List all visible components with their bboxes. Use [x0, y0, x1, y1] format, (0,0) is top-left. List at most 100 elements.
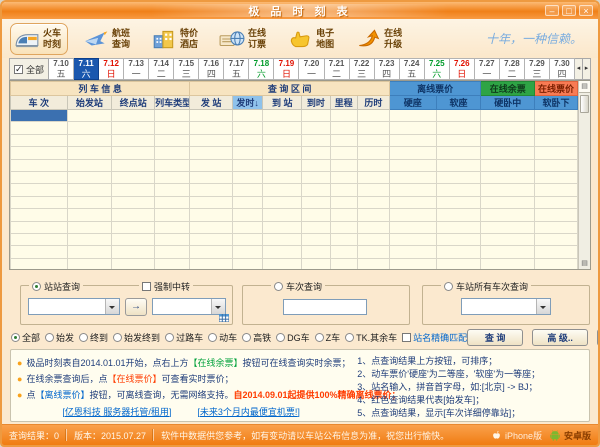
date-cell[interactable]: 7.20 一	[299, 58, 325, 80]
chevron-down-icon[interactable]	[105, 299, 119, 314]
table-cell[interactable]	[480, 220, 536, 234]
hosting-link[interactable]: [亿恩科技 服务器托管/租用]	[62, 405, 171, 418]
table-cell[interactable]	[435, 232, 482, 247]
table-cell[interactable]	[189, 133, 234, 148]
table-cell[interactable]	[301, 232, 331, 247]
table-cell[interactable]	[66, 170, 113, 185]
table-row[interactable]	[10, 170, 578, 185]
table-cell[interactable]	[388, 146, 437, 160]
table-cell[interactable]	[66, 195, 113, 210]
table-cell[interactable]	[111, 232, 156, 247]
table-cell[interactable]	[435, 146, 482, 160]
filter-radio[interactable]: 始发	[45, 331, 74, 344]
column-group-header[interactable]: 离线票价	[388, 81, 482, 96]
column-header[interactable]: 发时↓	[232, 95, 264, 110]
table-cell[interactable]	[154, 208, 191, 222]
table-cell[interactable]	[232, 195, 264, 210]
tab-online-booking[interactable]: 在线 订票	[216, 23, 272, 55]
table-row[interactable]	[10, 232, 578, 247]
table-row[interactable]	[10, 133, 578, 148]
table-cell[interactable]	[356, 220, 390, 234]
table-cell[interactable]	[111, 245, 156, 259]
table-cell[interactable]	[356, 146, 390, 160]
table-cell[interactable]	[329, 183, 358, 197]
date-cell[interactable]: 7.27 一	[474, 58, 500, 80]
date-cell[interactable]: 7.26 日	[449, 58, 475, 80]
filter-radio[interactable]: TK.其余车	[345, 331, 397, 344]
table-cell[interactable]	[262, 121, 303, 135]
date-cell[interactable]: 7.11 六	[74, 58, 100, 80]
table-cell[interactable]	[388, 208, 437, 222]
column-header[interactable]: 始发站	[66, 95, 113, 110]
table-cell[interactable]	[66, 108, 113, 123]
table-cell[interactable]	[435, 195, 482, 210]
table-cell[interactable]	[480, 183, 536, 197]
table-row[interactable]	[10, 245, 578, 259]
tab-hotel-deals[interactable]: 特价 酒店	[148, 23, 204, 55]
date-cell[interactable]: 7.16 四	[199, 58, 225, 80]
table-cell[interactable]	[154, 158, 191, 172]
tab-train-times[interactable]: 火车 时刻	[10, 22, 69, 55]
table-cell[interactable]	[232, 208, 264, 222]
table-cell[interactable]	[66, 220, 113, 234]
table-cell[interactable]	[111, 133, 156, 148]
to-station-combo[interactable]	[152, 298, 226, 315]
column-header[interactable]: 里程	[329, 95, 358, 110]
table-cell[interactable]	[189, 208, 234, 222]
table-cell[interactable]	[10, 158, 68, 172]
table-cell[interactable]	[154, 232, 191, 247]
table-cell[interactable]	[480, 170, 536, 185]
table-cell[interactable]	[66, 146, 113, 160]
chevron-down-icon[interactable]	[211, 299, 225, 314]
table-cell[interactable]	[435, 220, 482, 234]
column-header[interactable]: 到 站	[262, 95, 303, 110]
date-cell[interactable]: 7.12 日	[99, 58, 125, 80]
tab-online-upgrade[interactable]: 在线 升级	[352, 23, 408, 55]
filter-radio[interactable]: DG车	[276, 331, 310, 344]
table-cell[interactable]	[435, 108, 482, 123]
table-cell[interactable]	[232, 121, 264, 135]
table-cell[interactable]	[480, 133, 536, 148]
table-cell[interactable]	[356, 133, 390, 148]
filter-radio[interactable]: 高铁	[242, 331, 271, 344]
maximize-button[interactable]: □	[562, 5, 576, 16]
table-cell[interactable]	[111, 257, 156, 269]
table-cell[interactable]	[301, 121, 331, 135]
tab-electronic-map[interactable]: 电子 地图	[284, 23, 340, 55]
table-cell[interactable]	[356, 158, 390, 172]
table-cell[interactable]	[10, 245, 68, 259]
table-cell[interactable]	[10, 195, 68, 210]
table-cell[interactable]	[154, 121, 191, 135]
advanced-button[interactable]: 高 级..	[532, 328, 589, 346]
from-station-input[interactable]	[29, 299, 105, 314]
table-cell[interactable]	[301, 170, 331, 185]
table-cell[interactable]	[356, 183, 390, 197]
column-header[interactable]: 软卧下	[534, 95, 578, 110]
table-cell[interactable]	[329, 108, 358, 123]
table-cell[interactable]	[534, 158, 578, 172]
date-cell[interactable]: 7.25 六	[424, 58, 450, 80]
table-cell[interactable]	[329, 257, 358, 269]
table-cell[interactable]	[301, 257, 331, 269]
column-header[interactable]: 到时	[301, 95, 331, 110]
table-cell[interactable]	[189, 170, 234, 185]
table-cell[interactable]	[435, 208, 482, 222]
vertical-scrollbar[interactable]: ▤ ▤	[578, 81, 590, 269]
station-all-trains-combo[interactable]	[461, 298, 551, 315]
iphone-version-link[interactable]: iPhone版	[505, 429, 542, 442]
table-cell[interactable]	[329, 232, 358, 247]
table-cell[interactable]	[111, 108, 156, 123]
table-cell[interactable]	[10, 257, 68, 269]
date-cell[interactable]: 7.13 一	[124, 58, 150, 80]
date-cell[interactable]: 7.15 三	[174, 58, 200, 80]
table-cell[interactable]	[435, 170, 482, 185]
column-group-header[interactable]: 列 车 信 息	[10, 81, 191, 96]
filter-radio[interactable]: 始发终到	[113, 331, 160, 344]
table-cell[interactable]	[232, 170, 264, 185]
table-cell[interactable]	[154, 146, 191, 160]
swap-arrow-button[interactable]: →	[125, 298, 147, 316]
table-cell[interactable]	[10, 121, 68, 135]
table-row[interactable]	[10, 220, 578, 234]
table-cell[interactable]	[301, 133, 331, 148]
table-cell[interactable]	[435, 183, 482, 197]
